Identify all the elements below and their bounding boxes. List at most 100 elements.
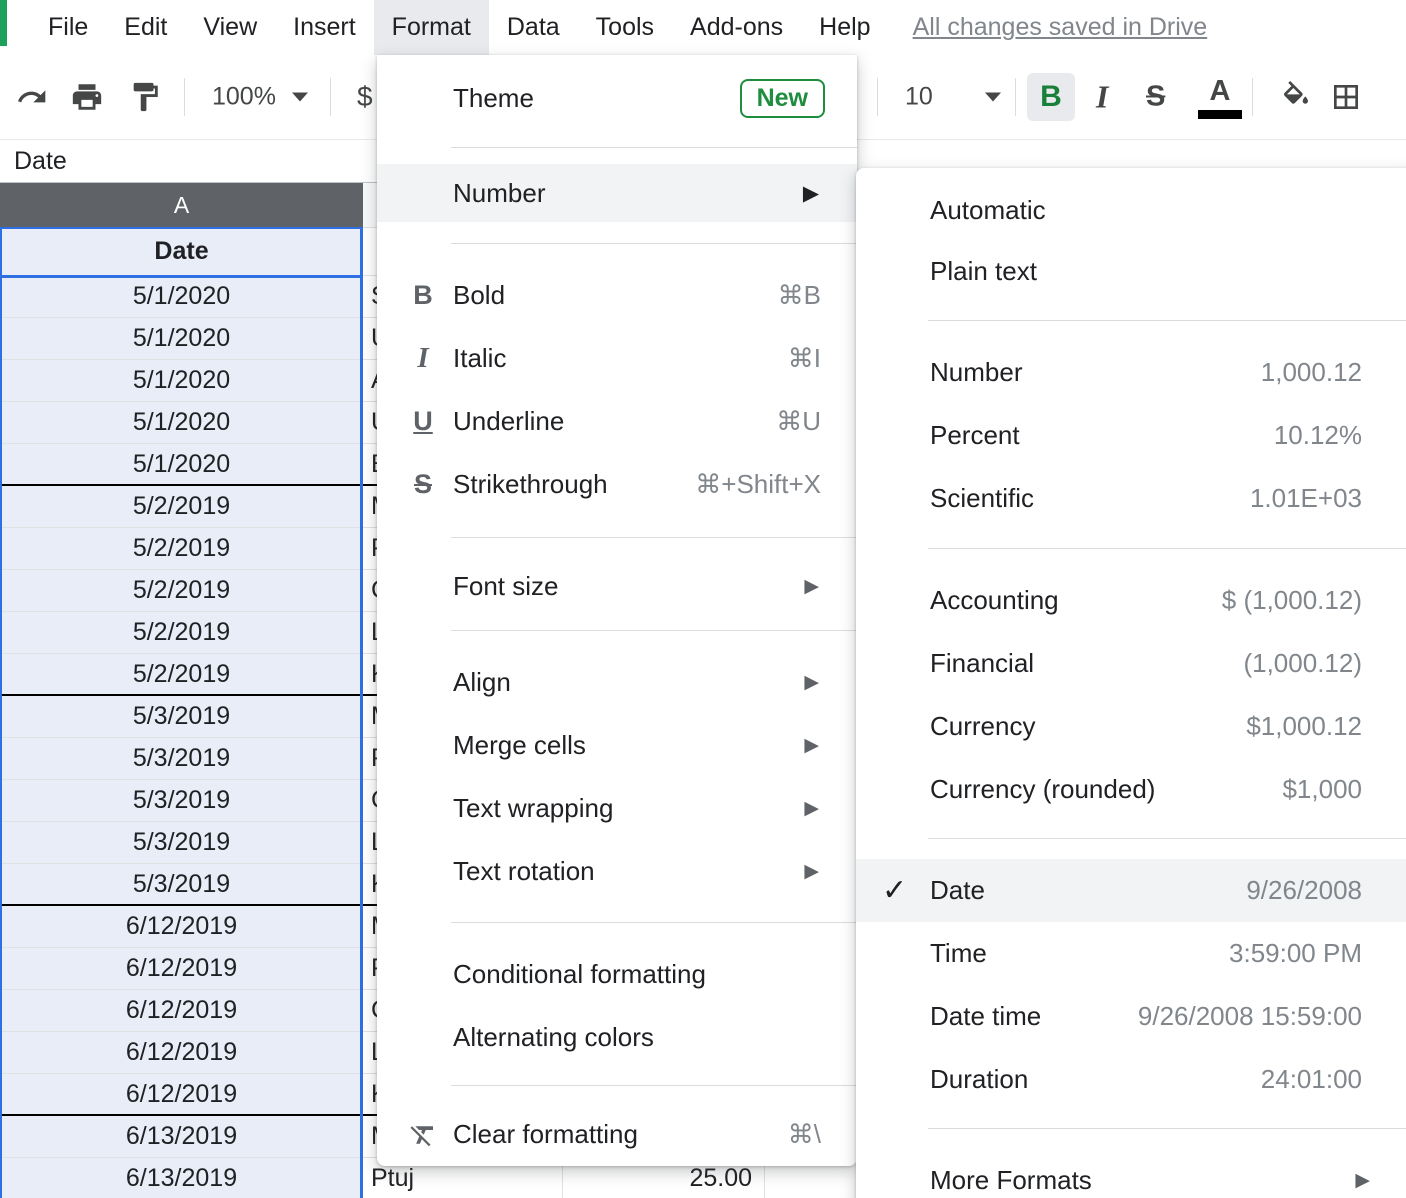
column-header-a[interactable]: A [0,183,363,228]
cell-a[interactable]: 5/3/2019 [0,864,363,904]
cell-a[interactable]: 5/2/2019 [0,570,363,611]
menu-item-label: Currency [930,711,1035,742]
menu-item-underline[interactable]: UUnderline⌘U [377,390,857,453]
format-menu: ThemeNew Number▶ BBold⌘BIItalic⌘IUUnderlin… [377,55,857,1166]
menu-separator [928,1128,1406,1129]
menu-item-strikethrough[interactable]: SStrikethrough⌘+Shift+X [377,453,857,516]
cell-a[interactable]: 5/3/2019 [0,780,363,821]
menu-item-label: Scientific [930,483,1034,514]
cell-a[interactable]: 5/1/2020 [0,276,363,317]
google-sheets-window: FileEditViewInsertFormatDataToolsAdd-ons… [0,0,1406,1198]
cell-a[interactable]: 5/1/2020 [0,444,363,484]
text-color-button[interactable]: A [1198,75,1242,119]
cell-a[interactable]: 5/2/2019 [0,528,363,569]
menu-item-alternating-colors[interactable]: Alternating colors [377,1006,857,1069]
menu-item-date[interactable]: ✓Date9/26/2008 [856,859,1406,922]
menu-item-text-rotation[interactable]: Text rotation▶ [377,840,857,903]
menu-item-more-formats[interactable]: More Formats▶ [856,1149,1406,1198]
submenu-arrow-icon: ▶ [804,575,819,598]
menu-item-theme[interactable]: ThemeNew [377,69,857,127]
font-size-dropdown-caret-icon[interactable] [985,93,1001,102]
print-icon[interactable] [70,80,104,114]
menu-item-label: Clear formatting [453,1119,638,1150]
cell-a[interactable]: 6/12/2019 [0,948,363,989]
menu-item-merge-cells[interactable]: Merge cells▶ [377,714,857,777]
cell-a[interactable]: 5/1/2020 [0,360,363,401]
menu-item-number[interactable]: Number▶ [377,164,857,222]
font-size-input[interactable]: 10 [905,83,933,112]
cell-a[interactable]: 6/12/2019 [0,990,363,1031]
menu-item-font-size[interactable]: Font size▶ [377,555,857,618]
cell-a[interactable]: 5/2/2019 [0,486,363,527]
bold-icon: B [401,280,445,311]
save-status-link[interactable]: All changes saved in Drive [913,0,1208,55]
menu-item-label: Underline [453,406,564,437]
toolbar-separator [1015,78,1016,116]
cell-a[interactable]: 5/1/2020 [0,402,363,443]
menu-item-value: $1,000 [1282,774,1406,805]
menu-item-label: Percent [930,420,1020,451]
cell-a[interactable]: 5/2/2019 [0,654,363,694]
menubar-item-data[interactable]: Data [489,0,578,55]
menubar-item-help[interactable]: Help [801,0,888,55]
menu-item-accounting[interactable]: Accounting$ (1,000.12) [856,569,1406,632]
menu-item-bold[interactable]: BBold⌘B [377,264,857,327]
cell-a[interactable]: 6/12/2019 [0,1074,363,1114]
sheets-logo-icon [0,0,7,46]
cell-a[interactable]: 6/13/2019 [0,1158,363,1198]
paint-format-icon[interactable] [128,80,162,114]
redo-icon[interactable] [16,81,48,113]
menu-item-currency[interactable]: Currency$1,000.12 [856,695,1406,758]
menubar-item-view[interactable]: View [185,0,275,55]
menu-item-label: Italic [453,343,506,374]
menu-item-label: Merge cells [453,730,586,761]
menubar-item-edit[interactable]: Edit [106,0,185,55]
menu-item-conditional-formatting[interactable]: Conditional formatting [377,943,857,1006]
menu-item-label: Plain text [930,256,1037,287]
cell-a[interactable]: 5/3/2019 [0,738,363,779]
cell-a[interactable]: 6/13/2019 [0,1116,363,1157]
zoom-dropdown-caret-icon[interactable] [292,93,308,102]
italic-button[interactable]: I [1096,79,1108,116]
cell-a[interactable]: 5/1/2020 [0,318,363,359]
menu-item-percent[interactable]: Percent10.12% [856,404,1406,467]
cell-a[interactable]: 6/12/2019 [0,1032,363,1073]
menubar-item-insert[interactable]: Insert [275,0,374,55]
text-color-icon: A [1210,75,1231,107]
checkmark-icon: ✓ [882,873,907,908]
cell-a[interactable]: 5/3/2019 [0,696,363,737]
format-currency-icon[interactable]: $ [357,81,373,113]
strikethrough-button[interactable]: S [1146,81,1165,114]
menu-item-date-time[interactable]: Date time9/26/2008 15:59:00 [856,985,1406,1048]
menu-item-plain-text[interactable]: Plain text [856,241,1406,302]
menubar-item-add-ons[interactable]: Add-ons [672,0,801,55]
menu-item-label: Alternating colors [453,1022,654,1053]
menu-item-financial[interactable]: Financial(1,000.12) [856,632,1406,695]
cell-a[interactable]: 5/3/2019 [0,822,363,863]
menu-item-number[interactable]: Number1,000.12 [856,341,1406,404]
cell-a[interactable]: 5/2/2019 [0,612,363,653]
menubar-item-file[interactable]: File [30,0,106,55]
menubar-item-tools[interactable]: Tools [578,0,672,55]
menu-item-clear-formatting[interactable]: Clear formatting⌘\ [377,1103,857,1166]
menu-item-align[interactable]: Align▶ [377,651,857,714]
bold-button[interactable]: B [1027,73,1075,121]
fill-color-icon[interactable] [1280,81,1312,113]
menu-item-currency-rounded[interactable]: Currency (rounded)$1,000 [856,758,1406,821]
menubar-item-format[interactable]: Format [374,0,489,55]
menu-item-value: 9/26/2008 15:59:00 [1138,1001,1406,1032]
menu-item-automatic[interactable]: Automatic [856,180,1406,241]
cell-a[interactable]: Date [0,228,363,275]
menu-item-text-wrapping[interactable]: Text wrapping▶ [377,777,857,840]
menu-item-label: More Formats [930,1165,1092,1196]
menu-item-scientific[interactable]: Scientific1.01E+03 [856,467,1406,530]
zoom-select[interactable]: 100% [212,83,276,112]
menu-item-duration[interactable]: Duration24:01:00 [856,1048,1406,1111]
borders-icon[interactable] [1330,81,1362,113]
cell-a[interactable]: 6/12/2019 [0,906,363,947]
menu-item-time[interactable]: Time3:59:00 PM [856,922,1406,985]
menu-item-label: Theme [453,83,534,114]
menu-item-value: (1,000.12) [1243,648,1406,679]
menu-separator [928,838,1406,839]
menu-item-italic[interactable]: IItalic⌘I [377,327,857,390]
